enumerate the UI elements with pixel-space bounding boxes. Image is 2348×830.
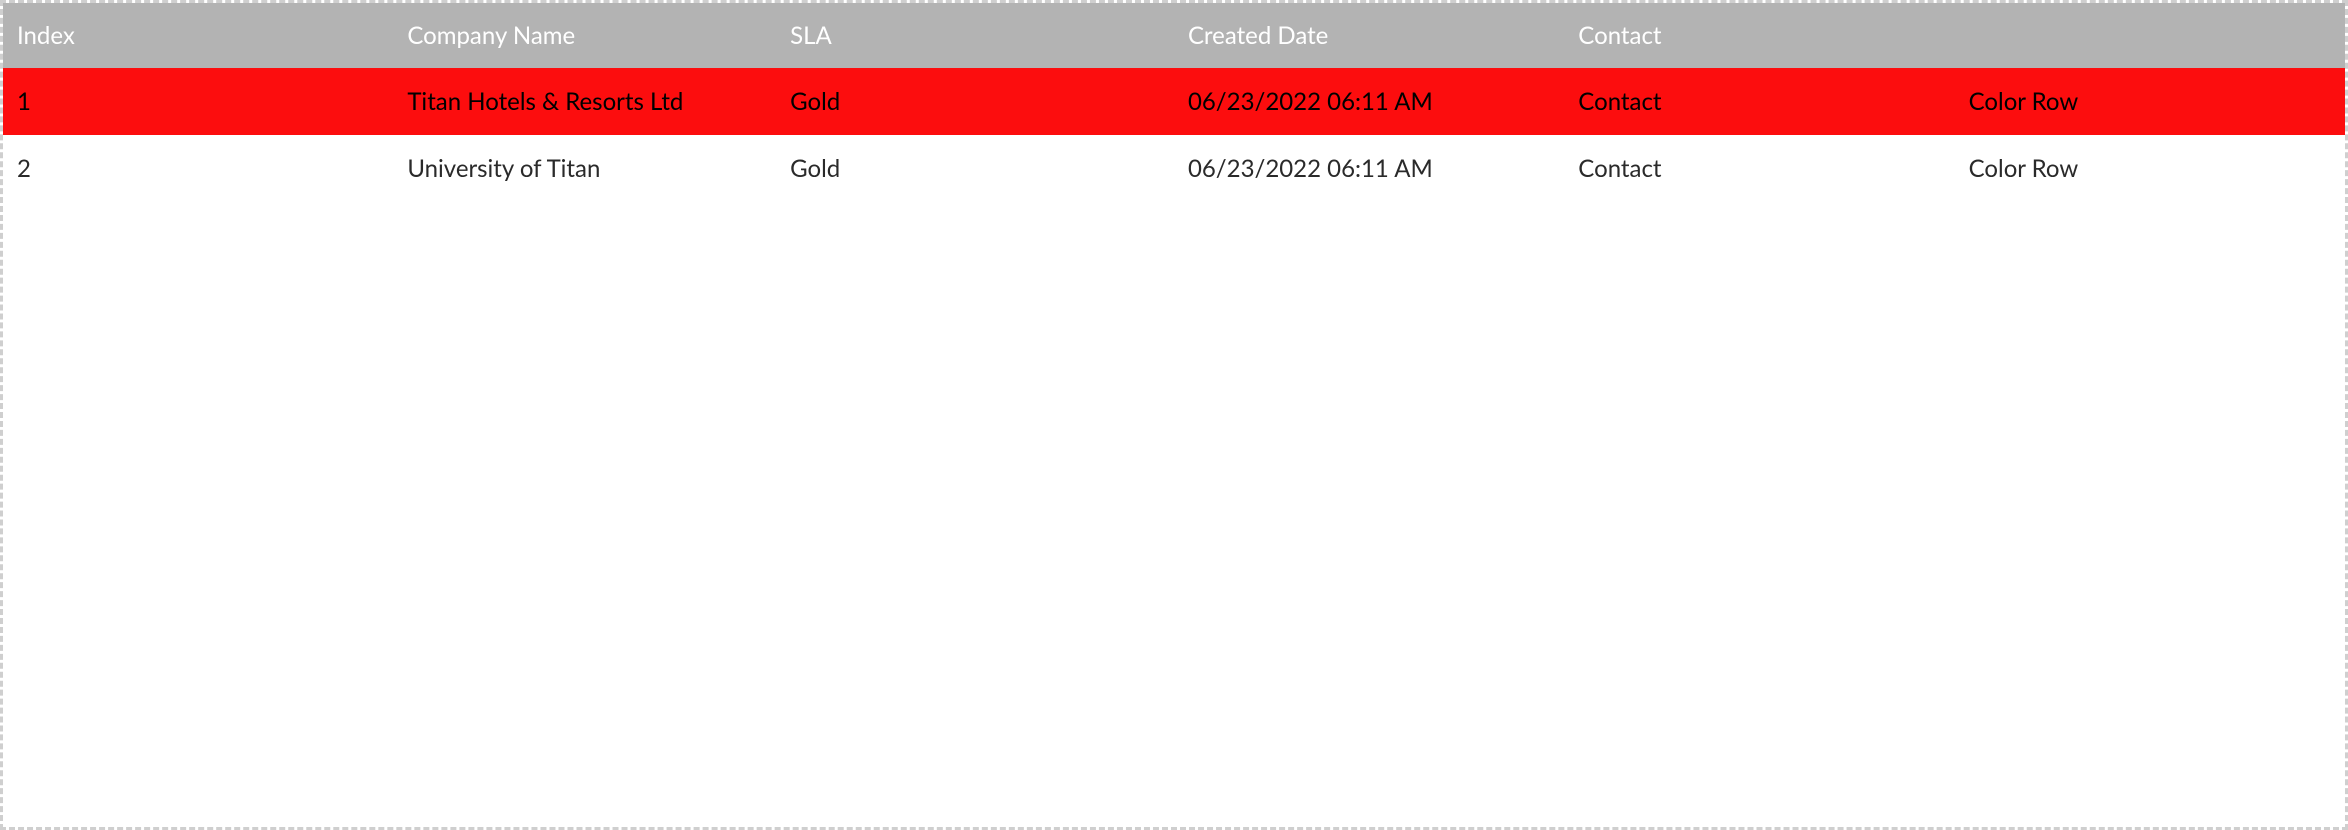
- color-row-button[interactable]: Color Row: [1955, 135, 2345, 202]
- table-row[interactable]: 1Titan Hotels & Resorts LtdGold06/23/202…: [3, 68, 2345, 135]
- cell-created: 06/23/2022 06:11 AM: [1174, 68, 1564, 135]
- data-table: Index Company Name SLA Created Date Cont…: [3, 3, 2345, 202]
- cell-company: University of Titan: [393, 135, 776, 202]
- header-color-row: [1955, 3, 2345, 68]
- cell-company: Titan Hotels & Resorts Ltd: [393, 68, 776, 135]
- header-sla[interactable]: SLA: [776, 3, 1174, 68]
- table-empty-area: [3, 202, 2345, 827]
- cell-sla: Gold: [776, 135, 1174, 202]
- contact-link[interactable]: Contact: [1564, 68, 1954, 135]
- header-contact[interactable]: Contact: [1564, 3, 1954, 68]
- table-container: Index Company Name SLA Created Date Cont…: [0, 0, 2348, 830]
- cell-index: 1: [3, 68, 393, 135]
- color-row-button[interactable]: Color Row: [1955, 68, 2345, 135]
- header-created[interactable]: Created Date: [1174, 3, 1564, 68]
- header-company[interactable]: Company Name: [393, 3, 776, 68]
- contact-link[interactable]: Contact: [1564, 135, 1954, 202]
- table-row[interactable]: 2University of TitanGold06/23/2022 06:11…: [3, 135, 2345, 202]
- table-header-row: Index Company Name SLA Created Date Cont…: [3, 3, 2345, 68]
- cell-index: 2: [3, 135, 393, 202]
- header-index[interactable]: Index: [3, 3, 393, 68]
- cell-sla: Gold: [776, 68, 1174, 135]
- cell-created: 06/23/2022 06:11 AM: [1174, 135, 1564, 202]
